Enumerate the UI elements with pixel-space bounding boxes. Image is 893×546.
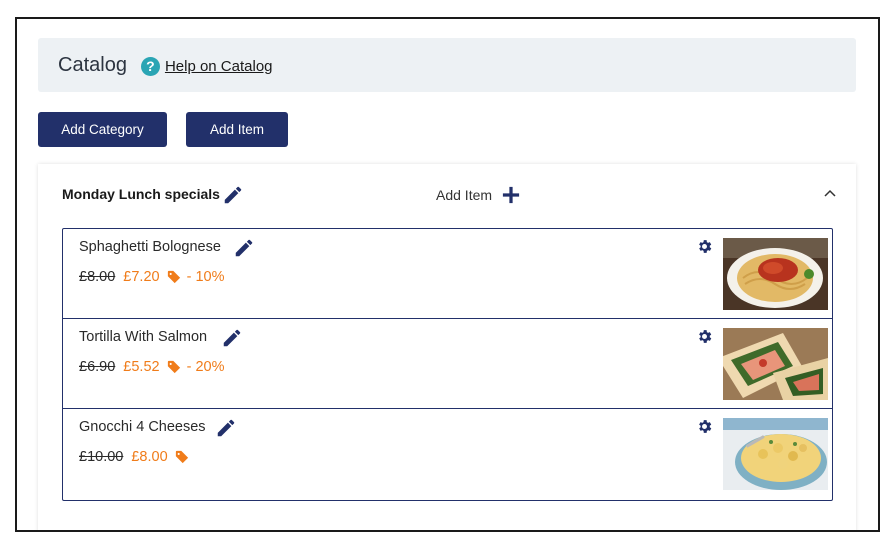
gear-icon[interactable] [696, 238, 713, 255]
old-price: £6.90 [79, 359, 116, 375]
catalog-header: Catalog ? Help on Catalog [38, 38, 856, 92]
item-name: Tortilla With Salmon [79, 329, 208, 345]
price-line: £6.90 £5.52 - 20% [79, 359, 224, 375]
old-price: £10.00 [79, 449, 124, 465]
new-price: £5.52 [123, 359, 160, 375]
price-line: £8.00 £7.20 - 10% [79, 269, 224, 285]
item-name: Sphaghetti Bolognese [79, 239, 221, 255]
page-title: Catalog [58, 53, 127, 76]
gear-icon[interactable] [696, 328, 713, 345]
discount-label: - 10% [186, 269, 225, 285]
pencil-icon[interactable] [222, 184, 244, 206]
category-card: Monday Lunch specials Add Item Sphaghett… [38, 164, 856, 530]
dish-photo [723, 328, 828, 400]
new-price: £7.20 [123, 269, 160, 285]
category-add-item-button[interactable]: Add Item [436, 186, 520, 204]
plus-icon [502, 186, 520, 204]
help-link[interactable]: Help on Catalog [165, 58, 273, 75]
add-item-button[interactable]: Add Item [186, 112, 288, 147]
pencil-icon[interactable] [215, 417, 237, 439]
tag-icon [167, 270, 180, 284]
items-list: Sphaghetti Bolognese £8.00 £7.20 - 10% T… [62, 228, 833, 501]
price-line: £10.00 £8.00 [79, 449, 195, 465]
dish-photo [723, 238, 828, 310]
category-name: Monday Lunch specials [62, 186, 220, 202]
list-item: Sphaghetti Bolognese £8.00 £7.20 - 10% [63, 229, 832, 319]
list-item: Tortilla With Salmon £6.90 £5.52 - 20% [63, 319, 832, 409]
catalog-panel: Catalog ? Help on Catalog Add Category A… [15, 17, 880, 532]
question-circle-icon[interactable]: ? [140, 56, 160, 76]
old-price: £8.00 [79, 269, 116, 285]
chevron-up-icon[interactable] [824, 188, 836, 198]
gear-icon[interactable] [696, 418, 713, 435]
category-add-item-label: Add Item [436, 187, 493, 203]
tag-icon [175, 450, 188, 464]
tag-icon [167, 360, 180, 374]
pencil-icon[interactable] [233, 237, 255, 259]
list-item: Gnocchi 4 Cheeses £10.00 £8.00 [63, 409, 832, 499]
new-price: £8.00 [131, 449, 168, 465]
discount-label: - 20% [186, 359, 225, 375]
add-category-button[interactable]: Add Category [38, 112, 167, 147]
dish-photo [723, 418, 828, 490]
item-name: Gnocchi 4 Cheeses [79, 419, 206, 435]
pencil-icon[interactable] [221, 327, 243, 349]
